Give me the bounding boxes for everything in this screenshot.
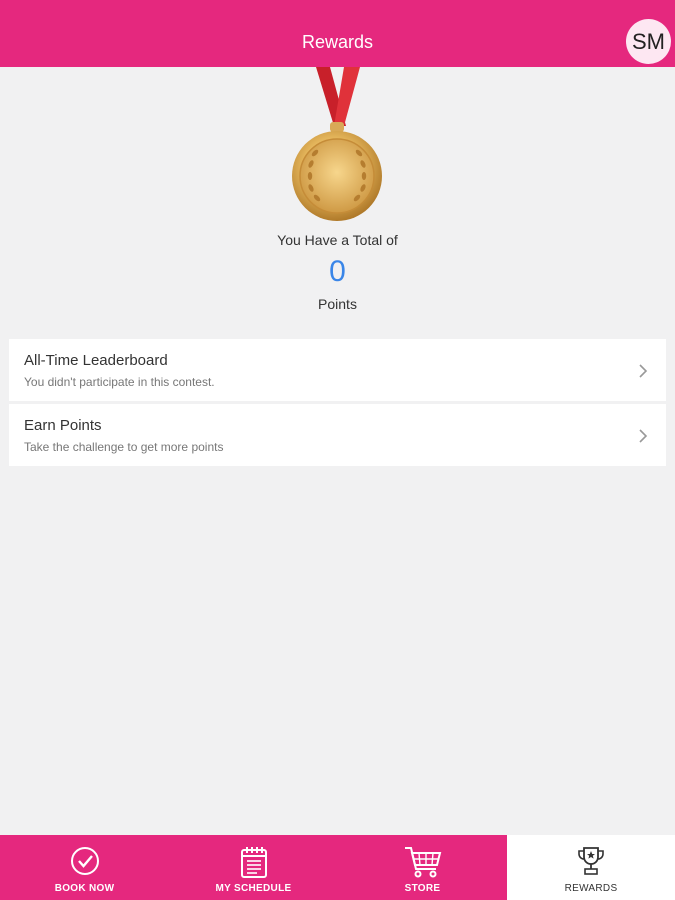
leaderboard-card[interactable]: All-Time Leaderboard You didn't particip… — [9, 339, 666, 401]
page-title: Rewards — [301, 32, 374, 52]
tab-label: MY SCHEDULE — [215, 883, 292, 894]
tab-book-now[interactable]: BOOK NOW — [0, 835, 169, 900]
tab-store[interactable]: STORE — [338, 835, 507, 900]
card-subtitle: Take the challenge to get more points — [24, 440, 224, 454]
earn-points-card[interactable]: Earn Points Take the challenge to get mo… — [9, 404, 666, 466]
card-title: Earn Points — [24, 417, 102, 434]
avatar[interactable]: SM — [626, 19, 671, 64]
bottom-tab-bar: BOOK NOW MY SCHEDULE STORE REWARDS — [0, 835, 675, 900]
points-label: Points — [318, 296, 357, 312]
card-subtitle: You didn't participate in this contest. — [24, 375, 215, 389]
chevron-right-icon — [639, 429, 648, 443]
top-bar: Rewards SM — [0, 0, 675, 67]
tab-label: REWARDS — [564, 883, 618, 894]
points-value: 0 — [329, 255, 346, 288]
cart-icon — [404, 847, 441, 878]
total-label: You Have a Total of — [277, 232, 398, 248]
trophy-icon — [578, 847, 604, 875]
tab-label: STORE — [404, 883, 441, 894]
chevron-right-icon — [639, 364, 648, 378]
tab-rewards[interactable]: REWARDS — [507, 835, 675, 900]
check-circle-icon — [70, 847, 99, 875]
tab-label: BOOK NOW — [54, 883, 115, 894]
tab-my-schedule[interactable]: MY SCHEDULE — [169, 835, 338, 900]
card-title: All-Time Leaderboard — [24, 352, 168, 369]
medal-icon — [292, 67, 382, 221]
calendar-icon — [240, 847, 267, 878]
